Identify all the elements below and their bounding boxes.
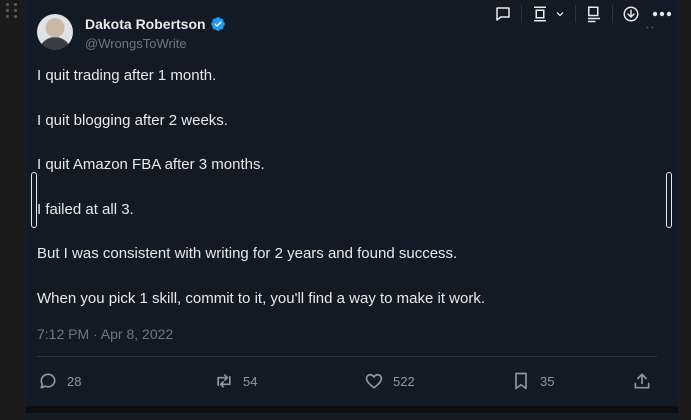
selection-handle-right[interactable] (666, 172, 672, 228)
like-count: 522 (393, 373, 415, 389)
layout-button[interactable] (579, 0, 609, 28)
like-button[interactable]: 522 (364, 371, 415, 391)
share-button[interactable] (632, 371, 652, 391)
bookmark-count: 35 (540, 373, 555, 389)
tweet-text[interactable]: I quit trading after 1 month. I quit blo… (37, 66, 657, 333)
retweet-button[interactable]: 54 (214, 371, 257, 391)
download-icon (623, 6, 639, 22)
comment-icon (496, 7, 510, 21)
reply-icon (40, 373, 56, 389)
tweet-line: I quit trading after 1 month. (37, 67, 217, 84)
tweet-line: When you pick 1 skill, commit to it, you… (37, 289, 486, 307)
author-handle[interactable]: @WrongsToWrite (85, 36, 187, 51)
retweet-icon (217, 374, 231, 388)
download-button[interactable] (616, 0, 646, 28)
verified-badge-icon (210, 16, 226, 32)
selection-handle-left[interactable] (31, 172, 37, 228)
layout-icon (588, 6, 600, 23)
bookmark-icon (515, 372, 527, 390)
tweet-line: I quit blogging after 2 weeks. (37, 111, 228, 129)
avatar[interactable] (37, 14, 73, 50)
floating-toolbar (488, 0, 678, 28)
more-icon (652, 11, 672, 17)
toolbar-divider (612, 5, 613, 23)
frame-icon (534, 6, 546, 22)
tweet-timestamp[interactable]: 7:12 PM · Apr 8, 2022 (37, 326, 173, 342)
canvas: Dakota Robertson @WrongsToWrite I quit t… (0, 0, 691, 420)
reply-count: 28 (67, 373, 82, 389)
chevron-down-icon (556, 12, 564, 17)
tweet-line: I failed at all 3. (37, 200, 134, 218)
drag-handle-icon[interactable] (6, 3, 18, 21)
more-button[interactable] (646, 0, 678, 28)
frame-button[interactable] (525, 0, 572, 28)
retweet-count: 54 (243, 373, 258, 389)
comment-button[interactable] (488, 0, 518, 28)
bottom-strip (26, 406, 678, 420)
toolbar-divider (575, 5, 576, 23)
heart-icon (365, 373, 383, 389)
toolbar-divider (521, 5, 522, 23)
divider (37, 356, 657, 357)
tweet-line: But I was consistent with writing for 2 … (37, 245, 458, 262)
tweet-line: I quit Amazon FBA after 3 months. (37, 156, 265, 173)
author-name[interactable]: Dakota Robertson (85, 16, 206, 32)
author-name-row: Dakota Robertson (85, 16, 226, 32)
bookmark-button[interactable]: 35 (511, 371, 554, 391)
action-bar: 28 54 522 35 (38, 371, 658, 391)
reply-button[interactable]: 28 (38, 371, 81, 391)
tweet-card[interactable]: Dakota Robertson @WrongsToWrite I quit t… (26, 0, 678, 406)
share-icon (634, 373, 650, 389)
